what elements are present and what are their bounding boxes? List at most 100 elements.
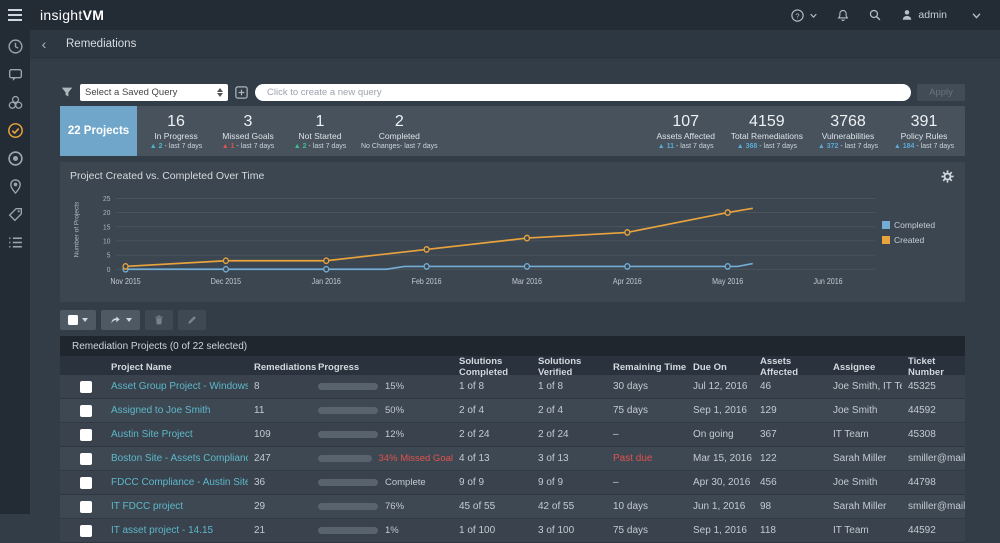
- column-header[interactable]: Project Name: [105, 362, 248, 373]
- chat-icon[interactable]: [7, 66, 24, 83]
- cell-progress: 76%: [312, 501, 453, 512]
- progress-label: 76%: [385, 501, 404, 512]
- column-header[interactable]: Progress: [312, 362, 453, 373]
- legend-item-completed[interactable]: Completed: [882, 220, 952, 230]
- svg-text:Jun 2016: Jun 2016: [813, 277, 842, 286]
- cell-ticket-number: smiller@mail.com: [902, 453, 965, 464]
- cell-remediations: 11: [248, 405, 312, 416]
- project-name-link[interactable]: Asset Group Project - Windows 8: [105, 381, 248, 392]
- stat-delta: ▲ 11: [658, 143, 674, 150]
- project-name-link[interactable]: FDCC Compliance - Austin Site: [105, 477, 248, 488]
- menu-icon[interactable]: [0, 0, 30, 30]
- stat-rest: No Changes- last 7 days: [361, 143, 438, 150]
- select-all-dropdown-button[interactable]: [60, 310, 96, 330]
- help-menu[interactable]: ?: [790, 8, 818, 23]
- stat-label: Policy Rules: [901, 131, 948, 141]
- stat-label: Not Started: [299, 131, 342, 141]
- pin-icon[interactable]: [7, 178, 24, 195]
- projects-count-box[interactable]: 22 Projects: [60, 106, 137, 156]
- column-header[interactable]: Assets Affected: [754, 356, 827, 378]
- progress-label: 50%: [385, 405, 404, 416]
- left-sidebar: [0, 30, 30, 514]
- column-header[interactable]: Solutions Verified: [532, 356, 607, 378]
- column-header[interactable]: Assignee: [827, 362, 902, 373]
- cell-ticket-number: 44798: [902, 477, 965, 488]
- stats-bar: 22 Projects 16 In Progress ▲ 2 - last 7 …: [60, 106, 965, 156]
- apply-button[interactable]: Apply: [917, 84, 965, 101]
- query-input[interactable]: [255, 84, 911, 101]
- threat-icon[interactable]: [7, 94, 24, 111]
- clock-icon[interactable]: [7, 38, 24, 55]
- cell-progress: Complete: [312, 477, 453, 488]
- edit-button[interactable]: [178, 310, 206, 330]
- share-dropdown-button[interactable]: [101, 310, 140, 330]
- legend-label: Created: [894, 235, 924, 245]
- project-name-link[interactable]: IT asset project - 14.15: [105, 525, 248, 536]
- cell-assignee: Sarah Miller: [827, 453, 902, 464]
- row-checkbox[interactable]: [80, 525, 92, 537]
- delete-button[interactable]: [145, 310, 173, 330]
- legend-swatch: [882, 236, 890, 244]
- stat-sub: ▲ 2 - last 7 days: [294, 143, 346, 150]
- saved-query-label: Select a Saved Query: [85, 87, 217, 98]
- column-header[interactable]: Ticket Number: [902, 356, 965, 378]
- main-content: Select a Saved Query Apply 22 Projects 1…: [30, 57, 1000, 514]
- add-query-button[interactable]: [234, 85, 249, 100]
- table-row: IT asset project - 14.15 21 1% 1 of 100 …: [60, 519, 965, 543]
- chevron-down-icon: [809, 11, 818, 20]
- progress-bar: [318, 407, 378, 414]
- project-name-link[interactable]: Assigned to Joe Smith: [105, 405, 248, 416]
- column-header[interactable]: Due On: [687, 362, 754, 373]
- svg-text:15: 15: [103, 224, 110, 231]
- stat-item[interactable]: 391 Policy Rules ▲ 184 - last 7 days: [893, 106, 955, 156]
- cell-progress: 1%: [312, 525, 453, 536]
- stat-item[interactable]: 1 Not Started ▲ 2 - last 7 days: [289, 106, 351, 156]
- row-checkbox[interactable]: [80, 477, 92, 489]
- stats-right-group: 107 Assets Affected ▲ 11 - last 7 days 4…: [655, 106, 955, 156]
- cell-solutions-verified: 3 of 100: [532, 525, 607, 536]
- column-header[interactable]: Remaining Time: [607, 362, 687, 373]
- svg-text:0: 0: [107, 267, 111, 274]
- stat-item[interactable]: 16 In Progress ▲ 2 - last 7 days: [145, 106, 207, 156]
- stat-item[interactable]: 107 Assets Affected ▲ 11 - last 7 days: [655, 106, 717, 156]
- target-icon[interactable]: [7, 150, 24, 167]
- chart-settings-gear-icon[interactable]: [940, 169, 955, 184]
- row-checkbox[interactable]: [80, 453, 92, 465]
- cell-remediations: 29: [248, 501, 312, 512]
- stat-item[interactable]: 2 Completed No Changes- last 7 days: [361, 106, 438, 156]
- cell-due-on: Sep 1, 2016: [687, 405, 754, 416]
- user-menu[interactable]: admin: [900, 8, 947, 22]
- project-name-link[interactable]: Austin Site Project: [105, 429, 248, 440]
- row-checkbox[interactable]: [80, 405, 92, 417]
- back-chevron-icon[interactable]: ‹: [30, 36, 58, 52]
- stat-item[interactable]: 3 Missed Goals ▲ 1 - last 7 days: [217, 106, 279, 156]
- progress-label: 1%: [385, 525, 399, 536]
- column-header[interactable]: Remediations: [248, 362, 312, 373]
- row-checkbox[interactable]: [80, 429, 92, 441]
- search-icon[interactable]: [868, 8, 882, 22]
- project-name-link[interactable]: IT FDCC project: [105, 501, 248, 512]
- project-name-link[interactable]: Boston Site - Assets Compliance: [105, 453, 248, 464]
- column-header[interactable]: Solutions Completed: [453, 356, 532, 378]
- chart-legend: Completed Created: [882, 188, 952, 245]
- tag-icon[interactable]: [7, 206, 24, 223]
- cell-remediations: 8: [248, 381, 312, 392]
- row-checkbox[interactable]: [80, 501, 92, 513]
- cell-solutions-verified: 9 of 9: [532, 477, 607, 488]
- cell-assignee: IT Team: [827, 429, 902, 440]
- legend-item-created[interactable]: Created: [882, 235, 952, 245]
- list-icon[interactable]: [7, 234, 24, 251]
- notifications-bell-icon[interactable]: [836, 8, 850, 23]
- stat-delta: ▲ 368: [737, 143, 758, 150]
- cell-remaining: 10 days: [607, 501, 687, 512]
- stat-sub: No Changes- last 7 days: [361, 143, 438, 150]
- table-row: IT FDCC project 29 76% 45 of 55 42 of 55…: [60, 495, 965, 519]
- saved-query-select[interactable]: Select a Saved Query: [80, 84, 228, 101]
- row-checkbox[interactable]: [80, 381, 92, 393]
- user-chevron-down-icon[interactable]: [971, 10, 982, 21]
- table-row: Assigned to Joe Smith 11 50% 2 of 4 2 of…: [60, 399, 965, 423]
- cell-ticket-number: smiller@mail.com: [902, 501, 965, 512]
- remediations-check-icon[interactable]: [7, 122, 24, 139]
- stat-item[interactable]: 4159 Total Remediations ▲ 368 - last 7 d…: [731, 106, 803, 156]
- stat-item[interactable]: 3768 Vulnerabilities ▲ 372 - last 7 days: [817, 106, 879, 156]
